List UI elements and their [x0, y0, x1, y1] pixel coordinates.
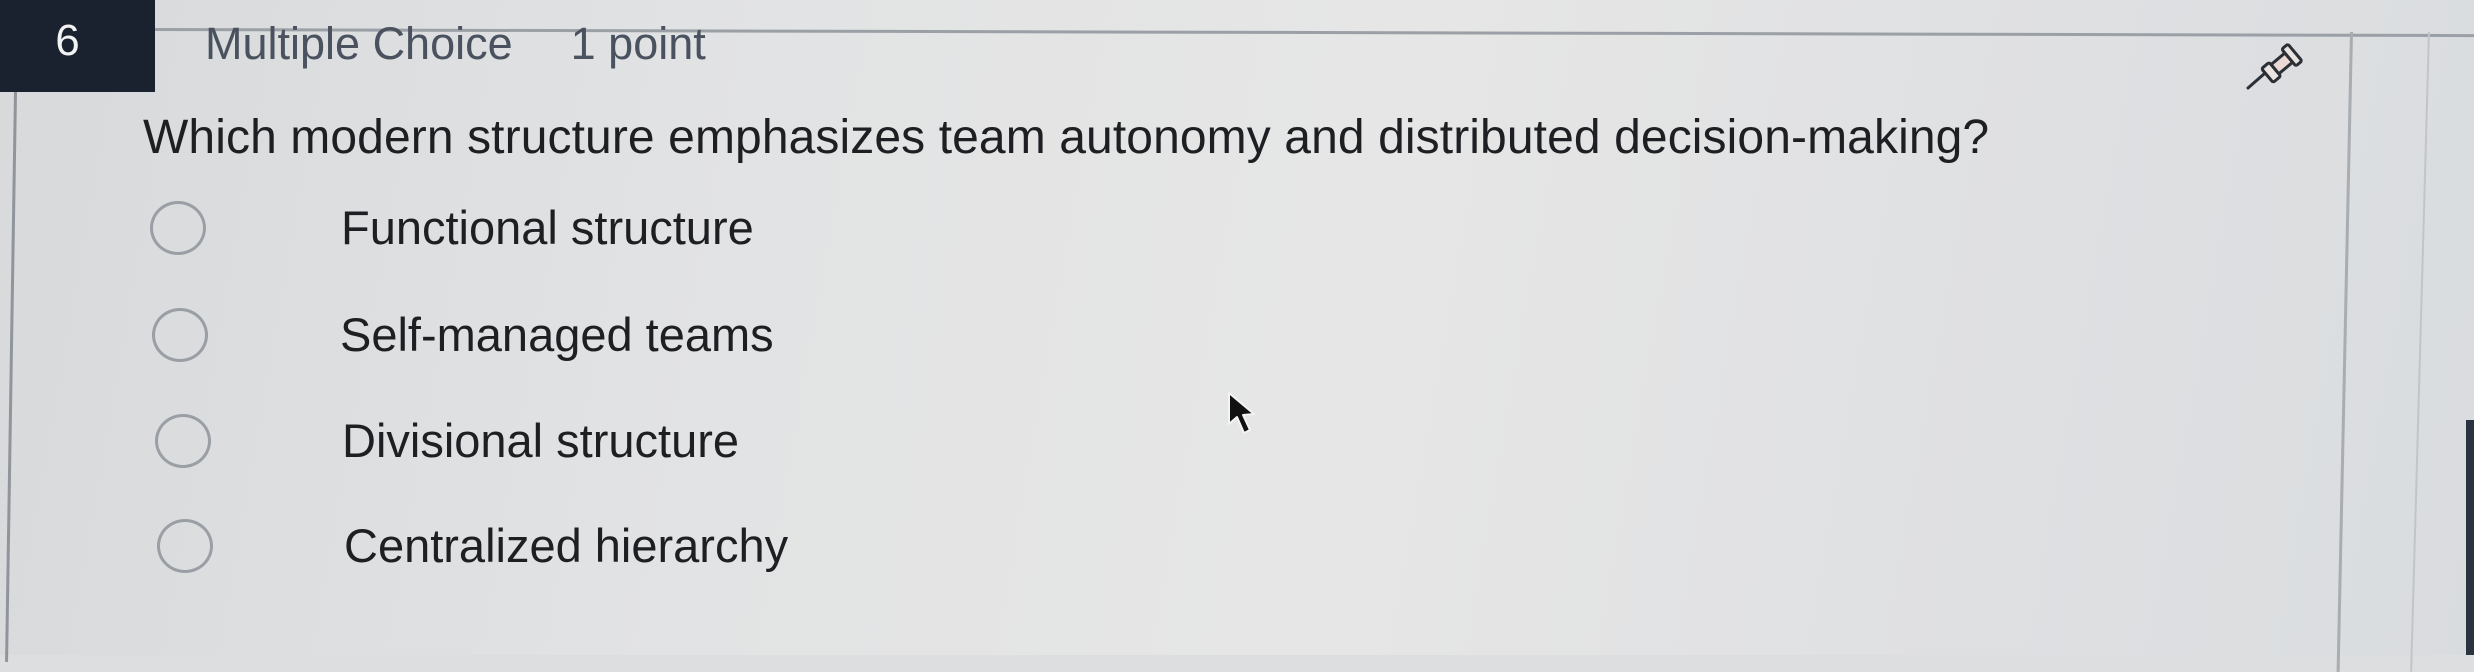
option-label: Self-managed teams: [340, 308, 774, 361]
radio-button[interactable]: [155, 413, 211, 468]
pushpin-icon[interactable]: [2244, 36, 2314, 96]
option-divisional-structure[interactable]: Divisional structure: [155, 413, 739, 468]
option-functional-structure[interactable]: Functional structure: [150, 200, 754, 255]
question-number: 6: [55, 16, 80, 65]
option-self-managed-teams[interactable]: Self-managed teams: [152, 307, 774, 362]
option-label: Divisional structure: [342, 414, 740, 467]
mouse-pointer-icon: [1226, 390, 1262, 440]
option-centralized-hierarchy[interactable]: Centralized hierarchy: [157, 518, 788, 573]
question-points: 1 point: [570, 18, 706, 69]
option-label: Functional structure: [341, 201, 754, 254]
question-header: Multiple Choice 1 point: [205, 18, 706, 70]
radio-button[interactable]: [157, 518, 213, 573]
question-text: Which modern structure emphasizes team a…: [143, 111, 1990, 164]
screen-bezel-edge: [2466, 420, 2474, 655]
radio-button[interactable]: [152, 307, 208, 362]
question-type: Multiple Choice: [205, 18, 513, 69]
radio-button[interactable]: [150, 200, 206, 255]
question-number-badge: 6: [0, 0, 155, 92]
option-label: Centralized hierarchy: [344, 519, 789, 572]
